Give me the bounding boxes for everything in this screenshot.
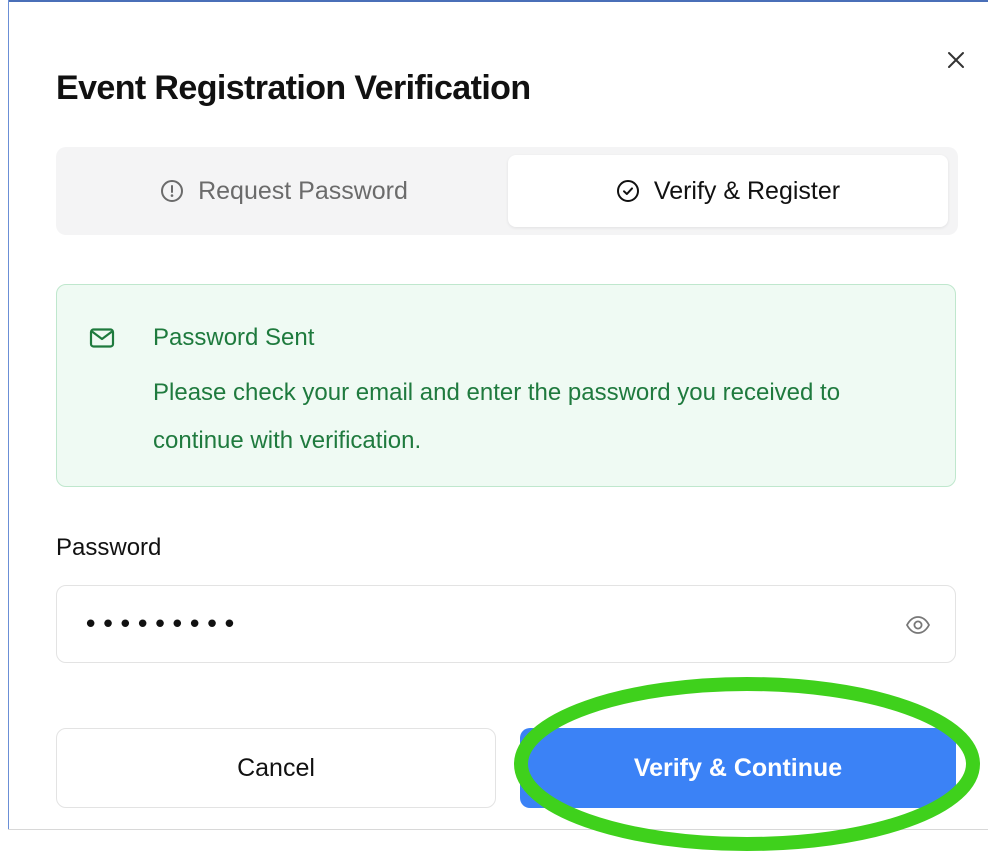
tab-request-password[interactable]: Request Password: [64, 155, 504, 227]
step-tabs: Request Password Verify & Register: [56, 147, 958, 235]
tab-verify-register-label: Verify & Register: [653, 176, 841, 205]
window-bottom-border: [8, 829, 988, 830]
password-input[interactable]: •••••••••: [56, 585, 956, 663]
check-circle-icon: [616, 180, 639, 202]
close-icon: [948, 52, 964, 68]
cancel-button[interactable]: Cancel: [56, 728, 496, 808]
tab-verify-register[interactable]: Verify & Register: [508, 155, 948, 227]
eye-icon[interactable]: [905, 613, 931, 637]
tab-request-password-label: Request Password: [198, 176, 408, 205]
alert-title: Password Sent: [153, 324, 315, 351]
alert-circle-icon: [161, 180, 184, 202]
close-button[interactable]: [940, 44, 972, 76]
alert-message: Please check your email and enter the pa…: [153, 379, 841, 454]
password-masked-value[interactable]: •••••••••: [83, 586, 239, 664]
window-left-border: [8, 0, 9, 830]
dialog-window: Event Registration Verification Request …: [0, 0, 988, 857]
dialog-title: Event Registration Verification: [56, 69, 531, 107]
window-top-border: [8, 0, 988, 2]
verify-continue-button[interactable]: Verify & Continue: [520, 728, 956, 808]
mail-icon: [89, 328, 115, 348]
password-label: Password: [56, 534, 162, 561]
password-sent-alert: Password Sent Please check your email an…: [56, 284, 956, 487]
